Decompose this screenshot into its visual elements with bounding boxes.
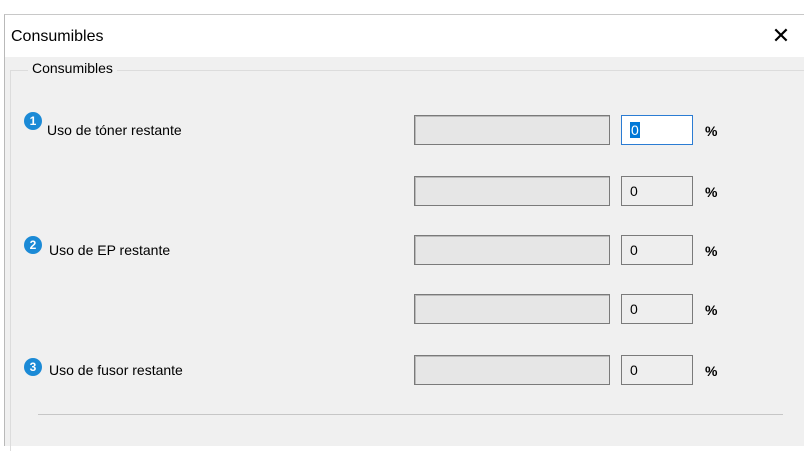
badge-2: 2 — [24, 236, 42, 254]
fuser-percent-unit: % — [705, 363, 718, 379]
ep-secondary-percent-value: 0 — [630, 301, 638, 317]
background-window-strip — [0, 0, 804, 14]
ep-percent-unit: % — [705, 243, 718, 259]
toner-percent-field[interactable]: 0 — [621, 115, 693, 145]
ep-secondary-percent-field[interactable]: 0 — [621, 294, 693, 324]
fuser-remaining-label: Uso de fusor restante — [49, 362, 183, 378]
toner-remaining-label: Uso de tóner restante — [47, 122, 182, 138]
ep-secondary-percent-unit: % — [705, 302, 718, 318]
toner-percent-value: 0 — [630, 122, 640, 138]
toner-secondary-progress-bar — [414, 176, 610, 206]
ep-percent-value: 0 — [630, 242, 638, 258]
ep-percent-field[interactable]: 0 — [621, 235, 693, 265]
ep-secondary-progress-bar — [414, 294, 610, 324]
close-icon[interactable]: ✕ — [758, 15, 804, 57]
badge-1: 1 — [24, 112, 42, 130]
fuser-percent-value: 0 — [630, 362, 638, 378]
window-title: Consumibles — [11, 28, 104, 45]
ep-progress-bar — [414, 235, 610, 265]
toner-secondary-percent-unit: % — [705, 184, 718, 200]
ep-remaining-label: Uso de EP restante — [49, 242, 171, 258]
toner-secondary-percent-field[interactable]: 0 — [621, 176, 693, 206]
group-legend: Consumibles — [28, 60, 117, 76]
fuser-progress-bar — [414, 355, 610, 385]
badge-3: 3 — [24, 358, 42, 376]
toner-percent-unit: % — [705, 123, 718, 139]
bottom-separator — [38, 414, 783, 415]
toner-progress-bar — [414, 115, 610, 145]
toner-secondary-percent-value: 0 — [630, 183, 638, 199]
title-bar[interactable]: Consumibles ✕ — [5, 15, 804, 57]
fuser-percent-field[interactable]: 0 — [621, 355, 693, 385]
